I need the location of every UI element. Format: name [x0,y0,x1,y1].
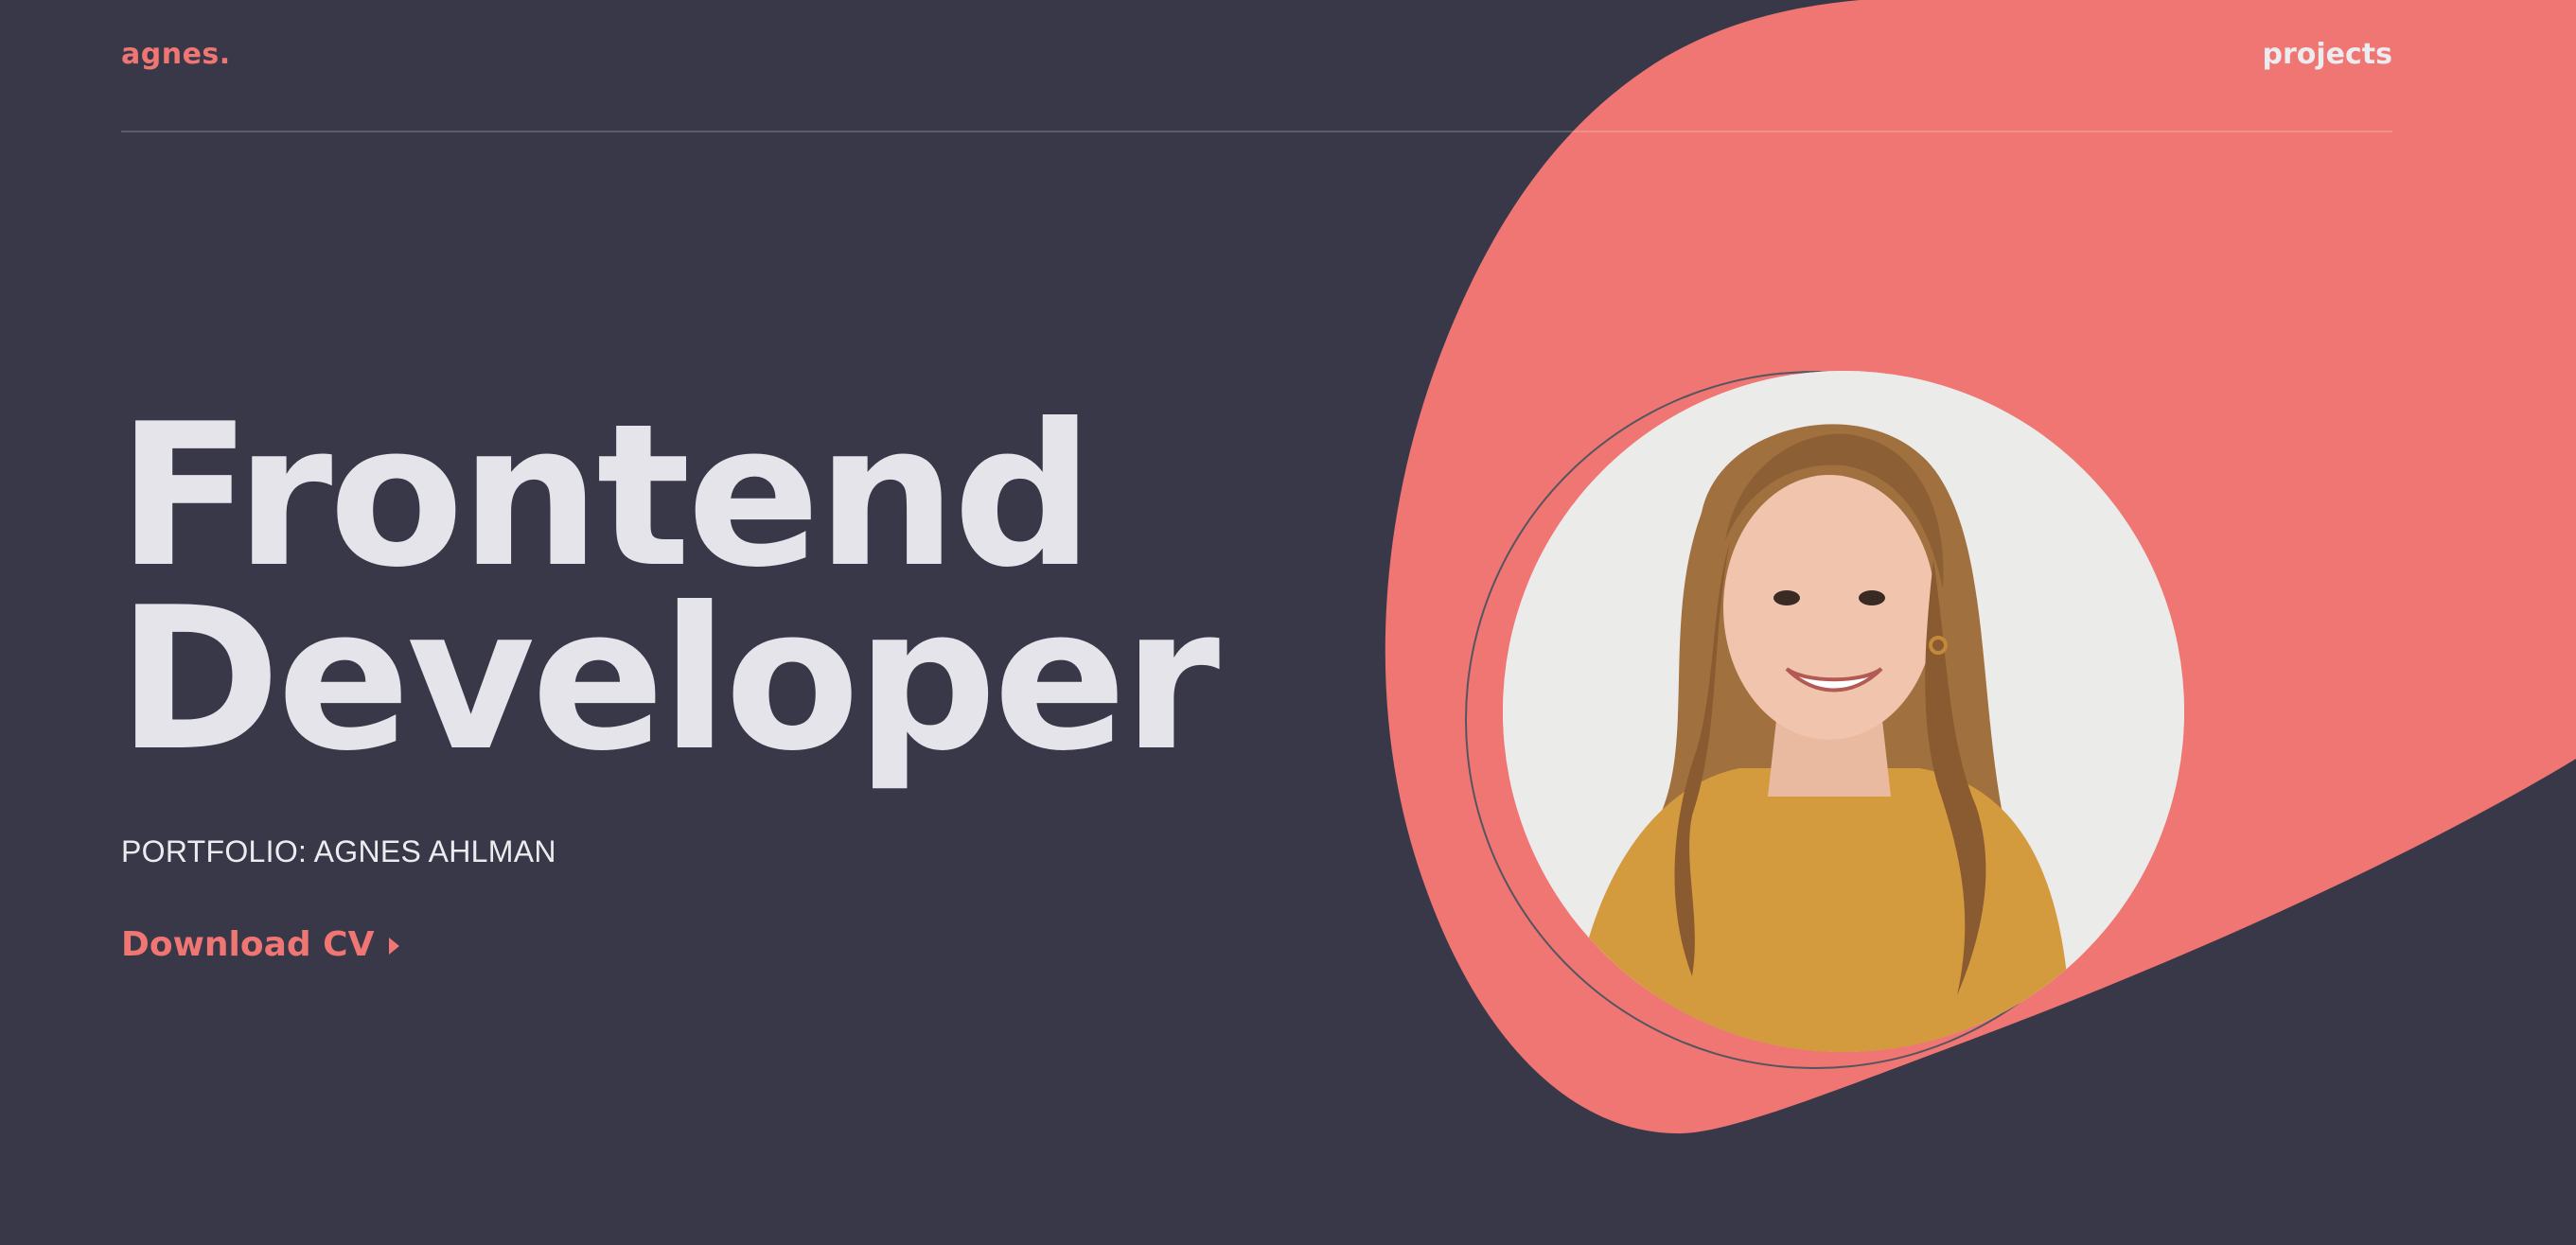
site-header: agnes. projects [121,0,2392,132]
caret-right-icon [389,937,400,955]
hero-title: Frontend Developer [117,382,1220,795]
portfolio-subtitle: PORTFOLIO: AGNES AHLMAN [121,834,556,868]
hero-title-line-2: Developer [117,566,1220,795]
hero-title-line-1: Frontend [117,382,1094,611]
download-cv-label: Download CV [121,925,375,964]
logo-link[interactable]: agnes. [121,38,231,71]
profile-photo [1503,371,2184,1052]
download-cv-link[interactable]: Download CV [121,925,400,964]
nav-link-projects[interactable]: projects [2263,38,2393,71]
portrait-illustration [1503,371,2184,1052]
